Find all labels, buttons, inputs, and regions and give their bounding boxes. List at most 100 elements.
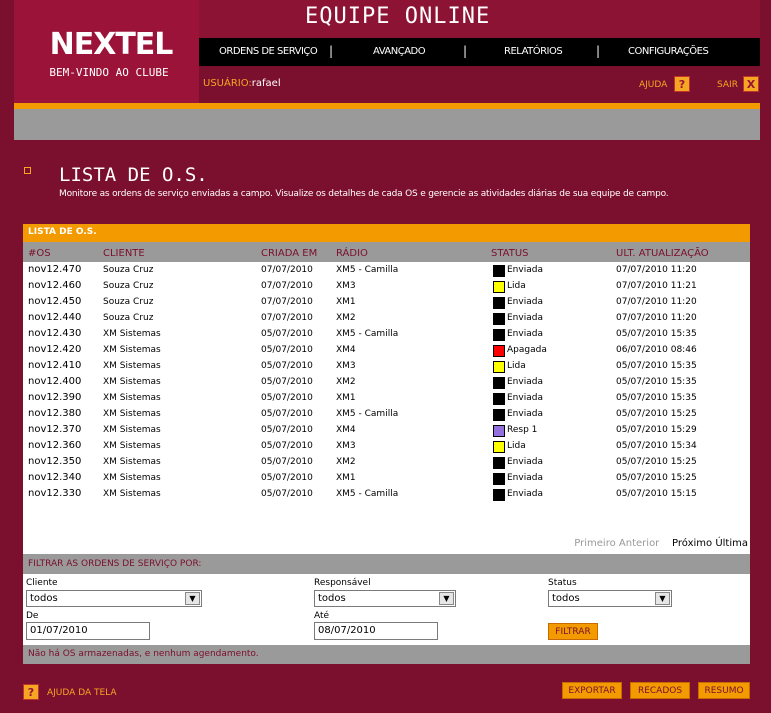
column-header-status[interactable]: STATUS xyxy=(491,248,529,259)
logo-tagline: BEM-VINDO AO CLUBE xyxy=(49,66,169,79)
os-number[interactable]: nov12.390 xyxy=(28,392,81,403)
app-title: EQUIPE ONLINE xyxy=(305,4,491,29)
responsavel-select[interactable]: todos ▼ xyxy=(314,590,456,607)
created-date-cell: 05/07/2010 xyxy=(261,409,313,419)
last-update-cell: 05/07/2010 15:29 xyxy=(616,425,697,435)
table-row[interactable]: nov12.400 XM Sistemas 05/07/2010 XM2 Enviada… xyxy=(23,375,750,391)
table-row[interactable]: nov12.410 XM Sistemas 05/07/2010 XM3 Lida 05/… xyxy=(23,359,750,375)
nextel-logo[interactable]: NEXTEL xyxy=(41,28,181,62)
cliente-select[interactable]: todos ▼ xyxy=(26,590,202,607)
chevron-down-icon[interactable]: ▼ xyxy=(655,592,670,605)
pager-first[interactable]: Primeiro xyxy=(574,538,615,549)
column-header-os[interactable]: #OS xyxy=(28,248,51,259)
table-row[interactable]: nov12.390 XM Sistemas 05/07/2010 XM1 Enviada… xyxy=(23,391,750,407)
pager-last[interactable]: Última xyxy=(715,538,748,549)
os-number[interactable]: nov12.430 xyxy=(28,328,81,339)
chevron-down-icon[interactable]: ▼ xyxy=(185,592,200,605)
os-number[interactable]: nov12.340 xyxy=(28,472,81,483)
pager-prev[interactable]: Anterior xyxy=(619,538,659,549)
client-cell: Souza Cruz xyxy=(103,281,154,291)
filter-panel: Cliente todos ▼ Responsável todos ▼ Stat… xyxy=(23,574,750,645)
radio-cell: XM5 - Camilla xyxy=(336,409,399,419)
nav-ordens-de-servico[interactable]: ORDENS DE SERVIÇO xyxy=(219,46,318,57)
table-row[interactable]: nov12.420 XM Sistemas 05/07/2010 XM4 Apagada… xyxy=(23,343,750,359)
status-color-icon xyxy=(493,393,505,405)
client-cell: XM Sistemas xyxy=(103,329,161,339)
status-color-icon xyxy=(493,329,505,341)
status-cell: Apagada xyxy=(507,345,547,355)
list-panel-header: LISTA DE O.S. xyxy=(23,224,750,242)
column-header-ult-atualizacao[interactable]: ULT. ATUALIZAÇÃO xyxy=(616,248,709,259)
os-number[interactable]: nov12.360 xyxy=(28,440,81,451)
last-update-cell: 05/07/2010 15:35 xyxy=(616,329,697,339)
status-color-icon xyxy=(493,361,505,373)
pager-next[interactable]: Próximo xyxy=(672,538,712,549)
messages-button[interactable]: RECADOS xyxy=(630,682,690,699)
column-header-cliente[interactable]: CLIENTE xyxy=(103,248,145,259)
table-row[interactable]: nov12.450 Souza Cruz 07/07/2010 XM1 Enviada 0… xyxy=(23,295,750,311)
os-number[interactable]: nov12.400 xyxy=(28,376,81,387)
os-number[interactable]: nov12.380 xyxy=(28,408,81,419)
created-date-cell: 07/07/2010 xyxy=(261,297,313,307)
nav-avancado[interactable]: AVANÇADO xyxy=(373,46,426,57)
os-number[interactable]: nov12.450 xyxy=(28,296,81,307)
table-row[interactable]: nov12.350 XM Sistemas 05/07/2010 XM2 Enviada… xyxy=(23,455,750,471)
export-button[interactable]: EXPORTAR xyxy=(562,682,622,699)
nav-relatorios[interactable]: RELATÓRIOS xyxy=(504,46,563,57)
os-number[interactable]: nov12.440 xyxy=(28,312,81,323)
chevron-down-icon[interactable]: ▼ xyxy=(439,592,454,605)
os-number[interactable]: nov12.420 xyxy=(28,344,81,355)
status-cell: Enviada xyxy=(507,329,543,339)
filter-button[interactable]: FILTRAR xyxy=(548,623,598,640)
column-header-radio[interactable]: RÁDIO xyxy=(336,248,368,259)
radio-cell: XM3 xyxy=(336,281,356,291)
table-row[interactable]: nov12.430 XM Sistemas 05/07/2010 XM5 - Cami… xyxy=(23,327,750,343)
date-to-input[interactable]: 08/07/2010 xyxy=(314,622,438,640)
table-row[interactable]: nov12.380 XM Sistemas 05/07/2010 XM5 - Cami… xyxy=(23,407,750,423)
table-row[interactable]: nov12.330 XM Sistemas 05/07/2010 XM5 - Cami… xyxy=(23,487,750,503)
help-icon[interactable]: ? xyxy=(23,684,39,700)
column-header-criada-em[interactable]: CRIADA EM xyxy=(261,248,317,259)
help-icon[interactable]: ? xyxy=(674,76,690,92)
help-link[interactable]: AJUDA xyxy=(639,80,667,90)
bullet-icon xyxy=(24,167,31,174)
cliente-label: Cliente xyxy=(26,578,58,588)
table-row[interactable]: nov12.440 Souza Cruz 07/07/2010 XM2 Enviada 0… xyxy=(23,311,750,327)
radio-cell: XM5 - Camilla xyxy=(336,329,399,339)
status-cell: Enviada xyxy=(507,457,543,467)
radio-cell: XM2 xyxy=(336,313,356,323)
radio-cell: XM2 xyxy=(336,377,356,387)
os-number[interactable]: nov12.460 xyxy=(28,280,81,291)
table-row[interactable]: nov12.470 Souza Cruz 07/07/2010 XM5 - Camil… xyxy=(23,263,750,279)
client-cell: Souza Cruz xyxy=(103,313,154,323)
status-cell: Lida xyxy=(507,361,526,371)
screen-help-link[interactable]: AJUDA DA TELA xyxy=(47,688,117,698)
table-row[interactable]: nov12.340 XM Sistemas 05/07/2010 XM1 Enviada… xyxy=(23,471,750,487)
os-number[interactable]: nov12.350 xyxy=(28,456,81,467)
close-icon[interactable]: X xyxy=(743,76,759,92)
os-number[interactable]: nov12.370 xyxy=(28,424,81,435)
table-row[interactable]: nov12.360 XM Sistemas 05/07/2010 XM3 Lida 05/… xyxy=(23,439,750,455)
os-number[interactable]: nov12.410 xyxy=(28,360,81,371)
created-date-cell: 05/07/2010 xyxy=(261,361,313,371)
status-color-icon xyxy=(493,425,505,437)
status-cell: Enviada xyxy=(507,409,543,419)
table-row[interactable]: nov12.370 XM Sistemas 05/07/2010 XM4 Resp 1 0… xyxy=(23,423,750,439)
nav-configuracoes[interactable]: CONFIGURAÇÕES xyxy=(628,46,709,57)
summary-button[interactable]: RESUMO xyxy=(698,682,750,699)
created-date-cell: 05/07/2010 xyxy=(261,441,313,451)
de-label: De xyxy=(26,611,39,621)
os-number[interactable]: nov12.330 xyxy=(28,488,81,499)
os-number[interactable]: nov12.470 xyxy=(28,264,81,275)
logout-link[interactable]: SAIR xyxy=(717,80,738,90)
status-select[interactable]: todos ▼ xyxy=(548,590,672,607)
created-date-cell: 05/07/2010 xyxy=(261,393,313,403)
created-date-cell: 05/07/2010 xyxy=(261,457,313,467)
created-date-cell: 05/07/2010 xyxy=(261,425,313,435)
user-label: USUÁRIO: xyxy=(203,78,252,89)
client-cell: XM Sistemas xyxy=(103,425,161,435)
date-from-input[interactable]: 01/07/2010 xyxy=(26,622,150,640)
table-row[interactable]: nov12.460 Souza Cruz 07/07/2010 XM3 Lida 07/0… xyxy=(23,279,750,295)
status-cell: Enviada xyxy=(507,265,543,275)
user-info: USUÁRIO:rafael xyxy=(203,78,281,89)
